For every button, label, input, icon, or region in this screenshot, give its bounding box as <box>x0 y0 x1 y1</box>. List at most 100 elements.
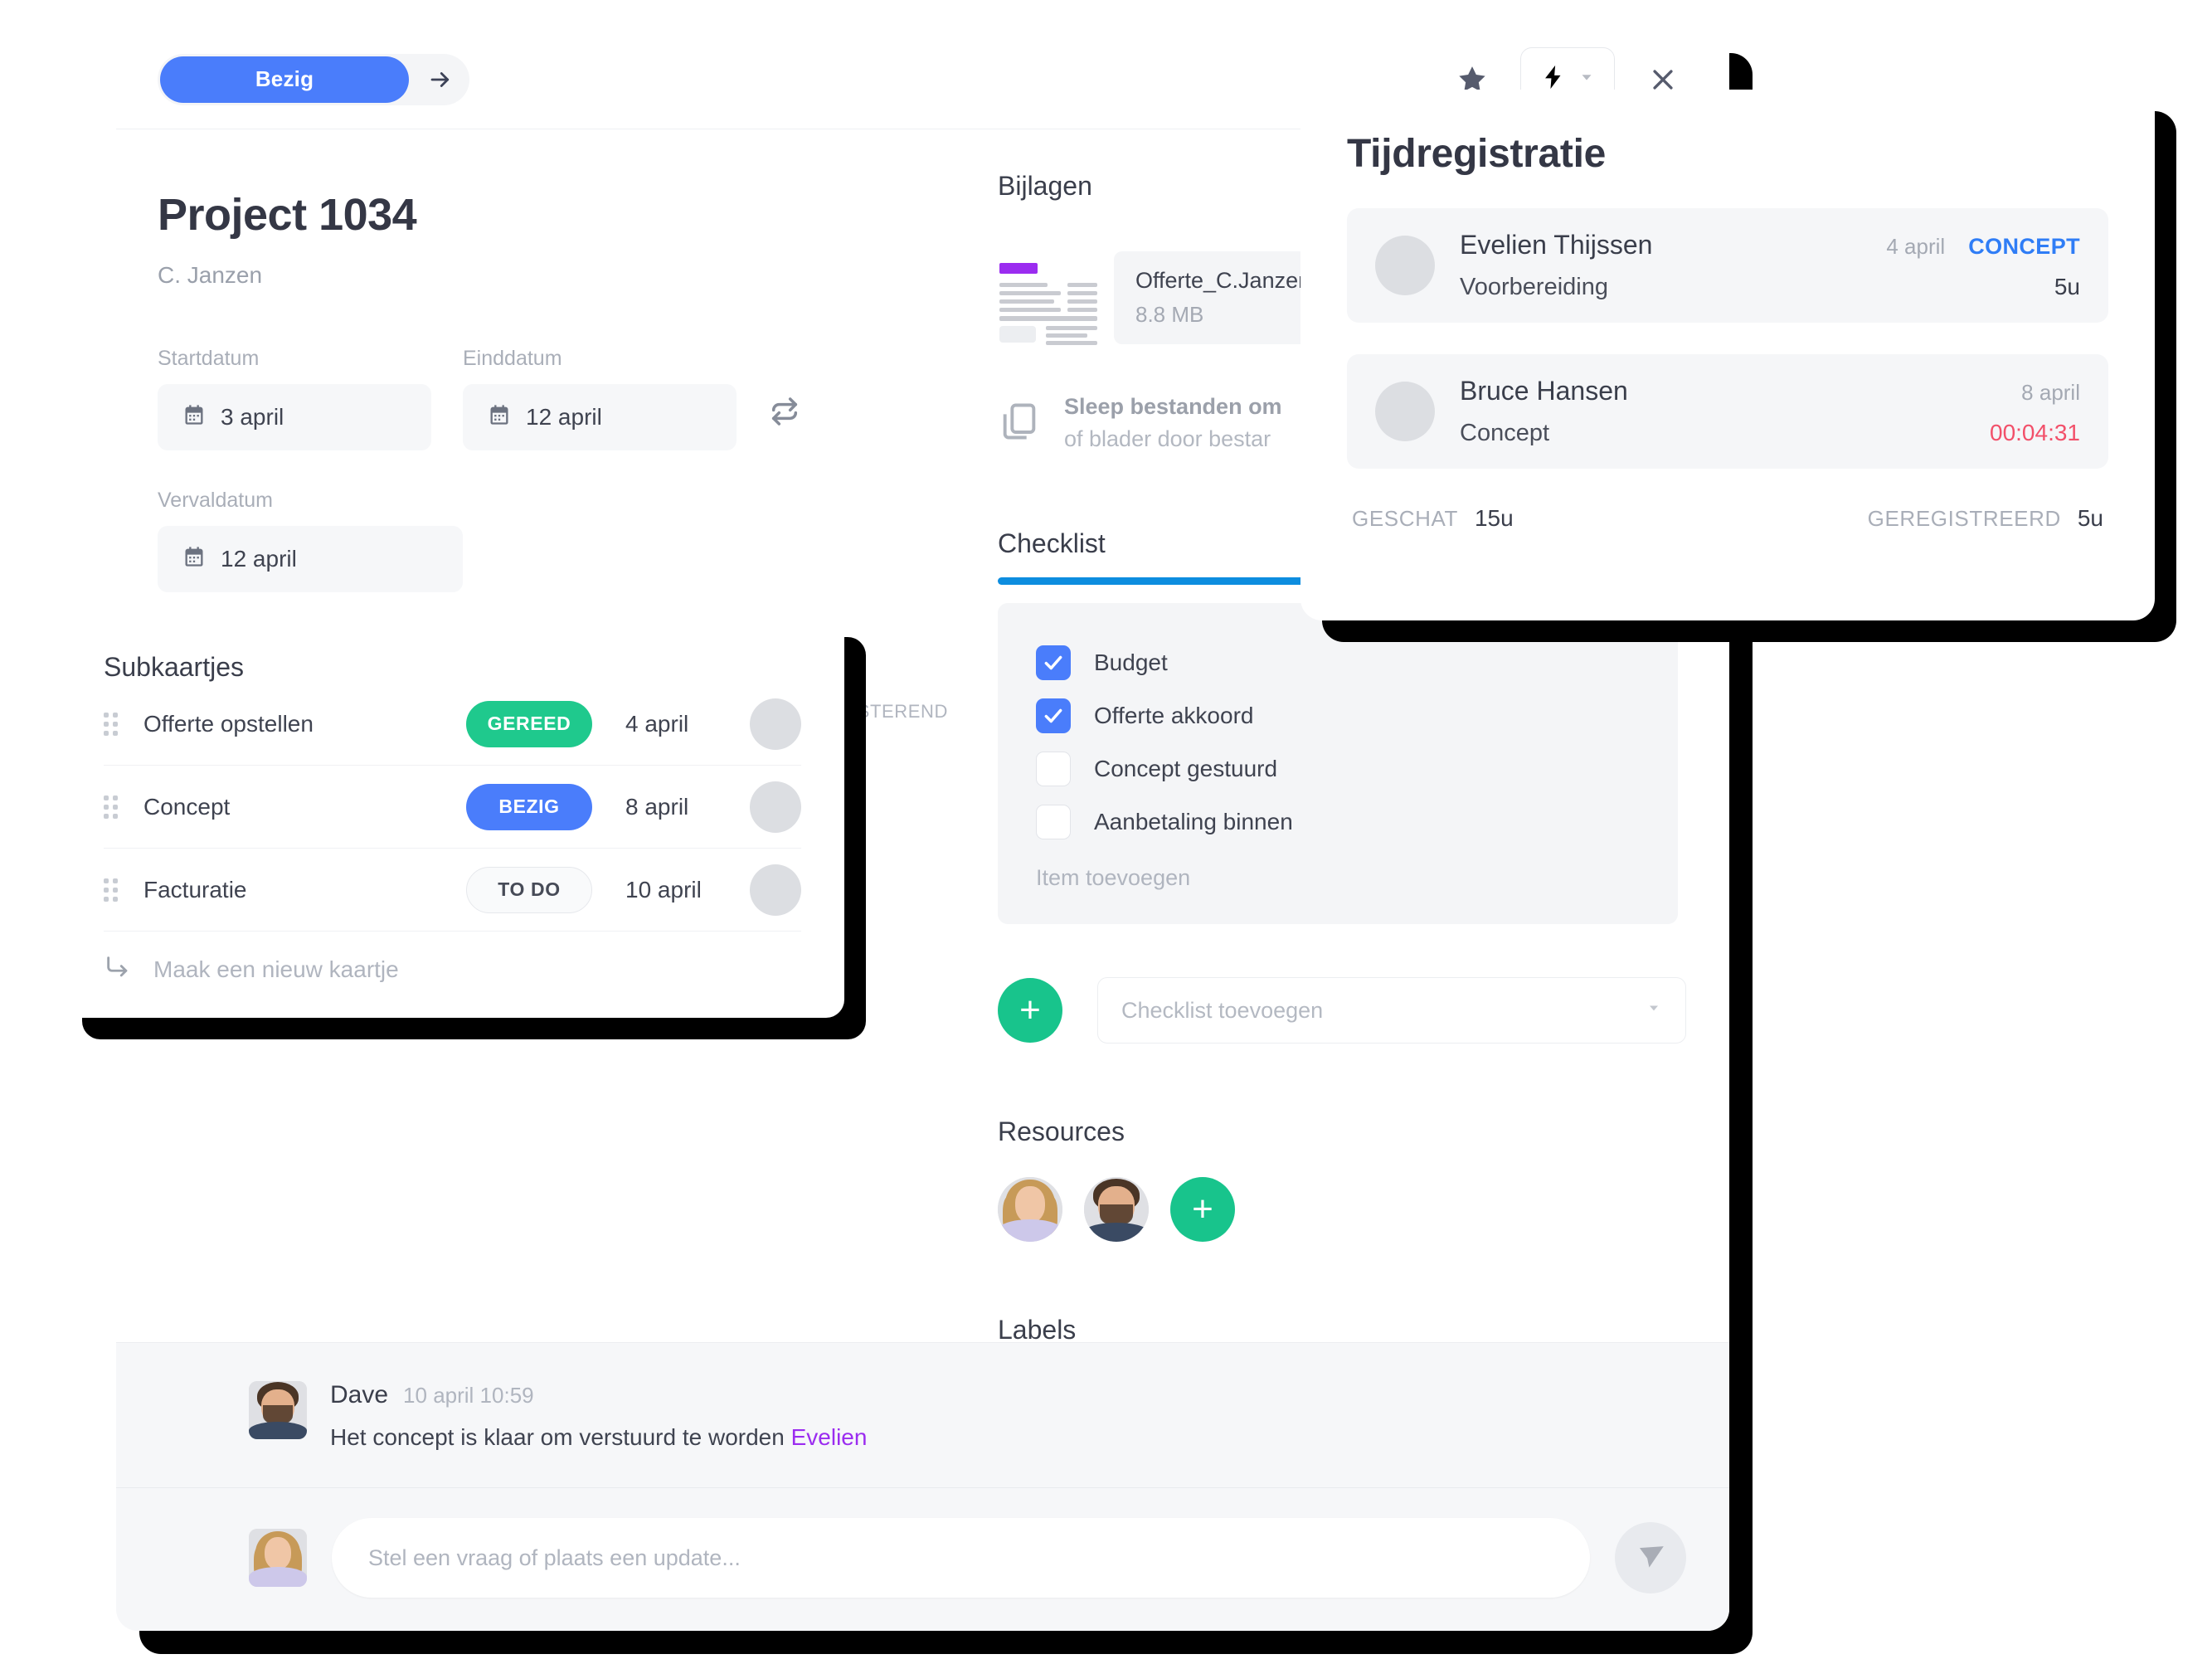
time-tracking-panel: Tijdregistratie Evelien Thijssen 4 april… <box>1300 90 2155 620</box>
time-entry-top-right: 4 april CONCEPT <box>1886 234 2080 260</box>
startdate-field: Startdatum 3 april <box>158 347 431 450</box>
status-badge[interactable]: GEREED <box>466 700 592 747</box>
avatar[interactable] <box>249 1529 307 1587</box>
comment-timestamp: 10 april 10:59 <box>403 1383 534 1408</box>
subcard-date: 10 april <box>625 876 702 902</box>
add-resource-button[interactable]: + <box>1170 1177 1235 1242</box>
checklist-item[interactable]: Offerte akkoord <box>998 689 1678 742</box>
status-badge[interactable]: BEZIG <box>466 783 592 830</box>
time-entry-bottom: Concept 00:04:31 <box>1460 406 2080 447</box>
subcards-panel: Subkaartjes Offerte opstellen GEREED 4 a… <box>61 615 844 1018</box>
avatar <box>1375 382 1435 441</box>
time-entry[interactable]: Evelien Thijssen 4 april CONCEPT Voorber… <box>1347 208 2108 323</box>
checklist-add-item[interactable]: Item toevoegen <box>998 865 1678 891</box>
time-entry-value: 5u <box>2054 274 2080 299</box>
time-entry[interactable]: Bruce Hansen 8 april Concept 00:04:31 <box>1347 354 2108 469</box>
avatar[interactable] <box>249 1381 307 1439</box>
status-badge[interactable]: CONCEPT <box>1968 234 2080 260</box>
send-button[interactable] <box>1615 1522 1686 1593</box>
page-title: Project 1034 <box>158 190 417 240</box>
labels-title: Labels <box>998 1315 1077 1345</box>
time-entry-date: 4 april <box>1886 234 1946 259</box>
duedate-label: Vervaldatum <box>158 489 273 512</box>
date-row-primary: Startdatum 3 april Einddatum 12 april <box>158 347 948 450</box>
comment-mention[interactable]: Evelien <box>791 1424 868 1450</box>
dropzone-line2: of blader door bestar <box>1064 426 1271 451</box>
enddate-label: Einddatum <box>463 347 562 370</box>
send-icon <box>1634 1540 1667 1577</box>
time-entry-bottom: Voorbereiding 5u <box>1460 260 2080 301</box>
swap-arrows-icon[interactable] <box>768 395 801 432</box>
drag-handle-icon[interactable] <box>104 876 122 904</box>
activities-remaining-header: RESTEREND <box>830 701 948 722</box>
time-entry-top: Evelien Thijssen 4 april CONCEPT <box>1460 230 2080 260</box>
startdate-input[interactable]: 3 april <box>158 384 431 450</box>
status-badge[interactable]: Bezig <box>160 56 409 103</box>
checklist-item[interactable]: Concept gestuurd <box>998 742 1678 795</box>
add-checklist-row: + Checklist toevoegen <box>998 977 1686 1044</box>
checkbox-checked-icon[interactable] <box>1036 698 1071 733</box>
checklist-template-placeholder: Checklist toevoegen <box>1121 997 1324 1023</box>
time-entry-task: Voorbereiding <box>1460 274 1608 300</box>
comment-header: Dave 10 april 10:59 <box>330 1381 867 1409</box>
checkbox-checked-icon[interactable] <box>1036 645 1071 680</box>
avatar[interactable] <box>750 864 801 916</box>
status-badge[interactable]: TO DO <box>466 866 592 913</box>
estimated-value: 15u <box>1474 505 1514 531</box>
checklist-item-label: Budget <box>1094 649 1168 675</box>
time-entry-person: Evelien Thijssen <box>1460 230 1653 260</box>
calendar-icon <box>488 403 511 432</box>
comment-input[interactable]: Stel een vraag of plaats een update... <box>332 1518 1590 1598</box>
dropzone-text: Sleep bestanden om of blader door bestar <box>1064 394 1282 452</box>
comment-body: Dave 10 april 10:59 Het concept is klaar… <box>330 1381 867 1451</box>
chevron-down-icon[interactable] <box>1646 1000 1662 1021</box>
attachment-filesize: 8.8 MB <box>1135 302 1204 327</box>
avatar[interactable] <box>998 1177 1062 1242</box>
estimated-label: GESCHAT <box>1352 506 1458 531</box>
subcard-date: 8 april <box>625 793 689 820</box>
drag-handle-icon[interactable] <box>104 793 122 821</box>
checkbox-unchecked-icon[interactable] <box>1036 752 1071 786</box>
add-checklist-button[interactable]: + <box>998 978 1062 1043</box>
dropzone-line1: Sleep bestanden om <box>1064 394 1282 419</box>
table-row[interactable]: Facturatie TO DO 10 april <box>104 849 801 932</box>
calendar-icon <box>182 545 206 574</box>
time-entry-top-right: 8 april <box>2021 380 2080 406</box>
time-tracking-title: Tijdregistratie <box>1347 132 1607 176</box>
comment-input-placeholder: Stel een vraag of plaats een update... <box>368 1545 741 1570</box>
checklist-item[interactable]: Aanbetaling binnen <box>998 795 1678 849</box>
comment-text: Het concept is klaar om verstuurd te wor… <box>330 1424 867 1451</box>
chevron-down-icon[interactable] <box>1578 68 1596 90</box>
startdate-label: Startdatum <box>158 347 260 370</box>
arrow-return-icon <box>104 953 132 985</box>
plus-icon: + <box>1192 1189 1213 1229</box>
duedate-input[interactable]: 12 april <box>158 526 463 592</box>
plus-icon: + <box>1019 990 1041 1030</box>
time-tracking-summary: GESCHAT 15u GEREGISTREERD 5u <box>1347 505 2108 532</box>
checklist-template-select[interactable]: Checklist toevoegen <box>1097 977 1686 1044</box>
table-row[interactable]: Offerte opstellen GEREED 4 april <box>104 683 801 766</box>
resources-title: Resources <box>998 1117 1125 1146</box>
avatar <box>1375 236 1435 295</box>
drag-handle-icon[interactable] <box>104 710 122 738</box>
subcard-date: 4 april <box>625 710 689 737</box>
comment-item: Dave 10 april 10:59 Het concept is klaar… <box>116 1343 1729 1487</box>
table-row[interactable]: Concept BEZIG 8 april <box>104 766 801 849</box>
logged-label: GEREGISTREERD <box>1867 506 2061 531</box>
subcard-name: Offerte opstellen <box>143 710 314 737</box>
comment-text-body: Het concept is klaar om verstuurd te wor… <box>330 1424 791 1450</box>
arrow-right-icon[interactable] <box>411 54 469 105</box>
time-entry-person: Bruce Hansen <box>1460 376 1628 406</box>
create-subcard-row[interactable]: Maak een nieuw kaartje <box>104 953 801 985</box>
status-switcher[interactable]: Bezig <box>158 53 469 105</box>
avatar[interactable] <box>1084 1177 1149 1242</box>
enddate-input[interactable]: 12 april <box>463 384 737 450</box>
avatar[interactable] <box>750 698 801 750</box>
subcard-name: Facturatie <box>143 876 247 902</box>
enddate-value: 12 april <box>526 404 602 430</box>
checklist-item[interactable]: Budget <box>998 636 1678 689</box>
subcard-name: Concept <box>143 793 231 820</box>
checkbox-unchecked-icon[interactable] <box>1036 805 1071 839</box>
avatar[interactable] <box>750 781 801 833</box>
date-fields: Startdatum 3 april Einddatum 12 april Ve… <box>158 347 948 592</box>
